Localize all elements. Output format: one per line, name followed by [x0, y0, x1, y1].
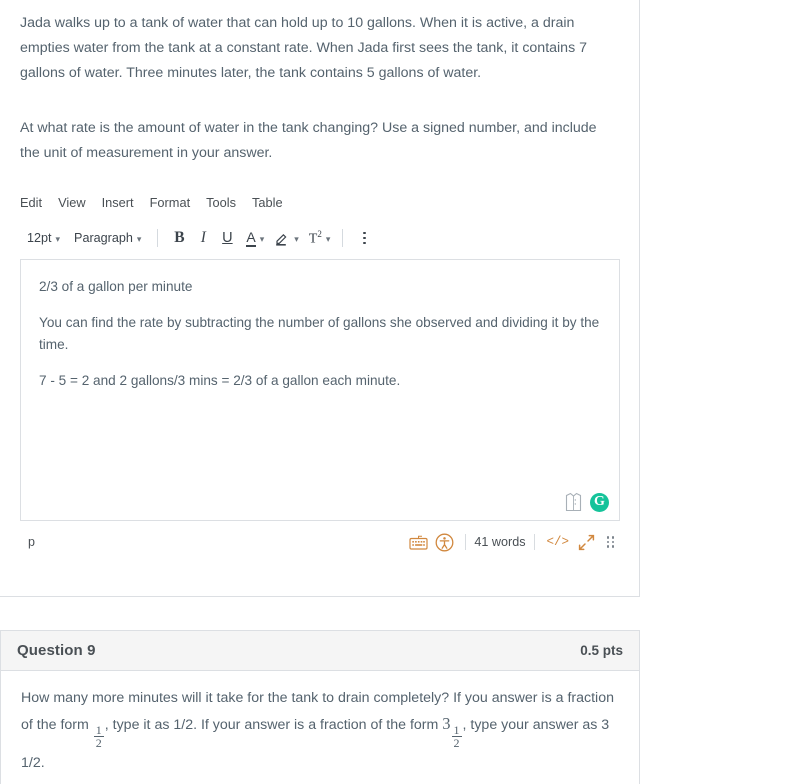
accessibility-checker-icon[interactable]: [431, 531, 457, 553]
answer-paragraph-1: 2/3 of a gallon per minute: [39, 279, 193, 294]
font-size-value: 12pt: [27, 231, 52, 245]
menu-item-tools[interactable]: Tools: [198, 193, 244, 212]
menu-item-view[interactable]: View: [50, 193, 94, 212]
text-color-icon: A: [246, 228, 256, 247]
html-editor-icon[interactable]: </>: [543, 535, 574, 549]
question-9-title: Question 9: [17, 642, 96, 659]
rich-content-editor: Edit View Insert Format Tools Table 12pt…: [20, 189, 620, 557]
menu-item-insert[interactable]: Insert: [94, 193, 142, 212]
fullscreen-icon[interactable]: [573, 531, 599, 553]
quiz-page: Jada walks up to a tank of water that ca…: [0, 0, 800, 784]
superscript-icon: T2: [308, 228, 322, 247]
italic-button[interactable]: I: [191, 226, 215, 250]
chevron-down-icon: ▾: [55, 233, 61, 244]
fraction-one-half: 12: [93, 723, 104, 751]
chevron-down-icon: ▾: [259, 233, 265, 244]
fraction-one-half-2: 12: [451, 723, 462, 751]
editor-toolbar: 12pt ▾ Paragraph ▾ B I U A ▾ ▾ T2 ▾: [20, 221, 620, 255]
more-options-button[interactable]: [352, 226, 376, 250]
text-color-button[interactable]: A ▾: [239, 227, 267, 250]
question-9-points: 0.5 pts: [580, 643, 623, 658]
answer-paragraph-2: You can find the rate by subtracting the…: [39, 315, 600, 352]
question-8-prompt-paragraph-1: Jada walks up to a tank of water that ca…: [20, 15, 587, 81]
menu-item-table[interactable]: Table: [244, 193, 291, 212]
element-path-indicator[interactable]: p: [28, 535, 35, 549]
fraction-numerator: 1: [95, 723, 102, 738]
chevron-down-icon: ▾: [136, 233, 142, 244]
status-divider: [533, 534, 535, 550]
question-9-header: Question 9 0.5 pts: [1, 631, 639, 671]
block-format-dropdown[interactable]: Paragraph ▾: [67, 228, 148, 248]
keyboard-shortcuts-icon[interactable]: [405, 531, 431, 553]
grammarly-widget[interactable]: G: [565, 492, 609, 512]
menu-item-format[interactable]: Format: [142, 193, 199, 212]
toolbar-divider: [157, 229, 159, 247]
editor-menubar: Edit View Insert Format Tools Table: [20, 189, 620, 215]
highlighter-icon: [274, 230, 290, 246]
underline-button[interactable]: U: [215, 226, 239, 250]
grammarly-logo-icon[interactable]: G: [590, 492, 609, 512]
fraction-denominator: 2: [451, 736, 462, 751]
question-9-card: Question 9 0.5 pts How many more minutes…: [0, 630, 640, 784]
answer-paragraph-3: 7 - 5 = 2 and 2 gallons/3 mins = 2/3 of …: [39, 373, 401, 388]
word-count-label[interactable]: 41 words: [474, 535, 525, 549]
question-8-card: Jada walks up to a tank of water that ca…: [0, 0, 640, 597]
toolbar-divider: [342, 229, 344, 247]
font-size-dropdown[interactable]: 12pt ▾: [20, 228, 67, 248]
shirt-icon: [565, 492, 582, 512]
question-9-body: How many more minutes will it take for t…: [1, 671, 639, 784]
kebab-menu-icon: [363, 231, 366, 245]
status-bar-controls: 41 words </>: [405, 531, 614, 553]
superscript-button[interactable]: T2 ▾: [302, 226, 334, 251]
mixed-number-whole: 3: [442, 714, 451, 733]
fraction-numerator: 1: [453, 723, 460, 738]
highlight-color-button[interactable]: ▾: [267, 227, 302, 249]
bold-button[interactable]: B: [167, 226, 191, 250]
chevron-down-icon: ▾: [325, 233, 331, 244]
question-9-text-part-2: , type it as 1/2. If your answer is a fr…: [104, 717, 443, 733]
block-format-value: Paragraph: [74, 231, 133, 245]
question-8-prompt-paragraph-2: At what rate is the amount of water in t…: [20, 120, 597, 161]
menu-item-edit[interactable]: Edit: [20, 193, 50, 212]
editor-status-bar: p 41 words </>: [20, 527, 620, 557]
answer-textarea[interactable]: 2/3 of a gallon per minute You can find …: [20, 259, 620, 521]
fraction-denominator: 2: [93, 736, 104, 751]
status-divider: [465, 534, 467, 550]
resize-handle[interactable]: [607, 536, 614, 548]
chevron-down-icon: ▾: [294, 233, 299, 244]
question-9-prompt: How many more minutes will it take for t…: [21, 685, 621, 776]
